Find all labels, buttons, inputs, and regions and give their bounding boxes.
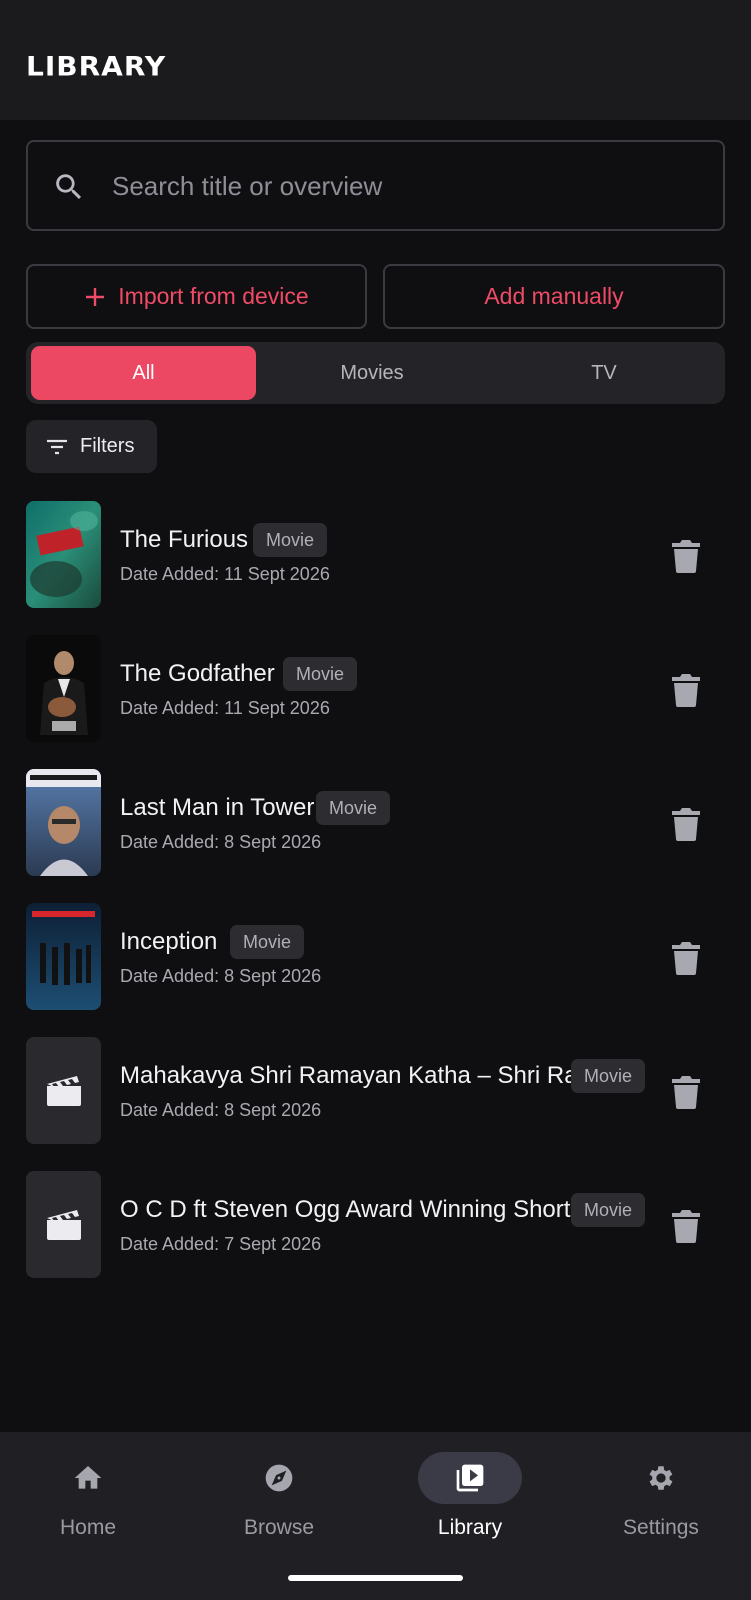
nav-settings-label: Settings xyxy=(623,1516,699,1539)
poster-image xyxy=(26,501,101,608)
nav-home[interactable]: Home xyxy=(13,1452,163,1552)
filters-button[interactable]: Filters xyxy=(26,420,157,473)
delete-icon[interactable] xyxy=(672,673,700,707)
item-title: Mahakavya Shri Ramayan Katha – Shri Ram xyxy=(120,1062,598,1089)
nav-browse[interactable]: Browse xyxy=(204,1452,354,1552)
add-button-label: Add manually xyxy=(484,283,624,309)
poster-placeholder xyxy=(26,1171,101,1278)
delete-icon[interactable] xyxy=(672,1209,700,1243)
top-app-bar: LIBRARY xyxy=(0,0,751,120)
item-title: O C D ft Steven Ogg Award Winning Short xyxy=(120,1196,571,1223)
search-icon xyxy=(56,174,82,200)
type-badge: Movie xyxy=(253,523,328,557)
gear-icon xyxy=(649,1466,673,1490)
date-added: Date Added: 7 Sept 2026 xyxy=(120,1234,322,1254)
compass-icon xyxy=(265,1464,293,1492)
item-title: Inception xyxy=(120,928,218,955)
delete-icon[interactable] xyxy=(672,807,700,841)
poster-image xyxy=(26,769,101,876)
filters-label: Filters xyxy=(80,435,135,457)
filter-icon xyxy=(47,439,67,454)
home-icon xyxy=(74,1466,102,1489)
item-title: The Godfather xyxy=(120,660,275,687)
add-manually-button[interactable]: Add manually xyxy=(383,264,725,329)
item-title: Last Man in Tower xyxy=(120,794,315,821)
segment-tv[interactable]: TV xyxy=(488,346,720,400)
nav-pill xyxy=(227,1452,331,1504)
poster-image xyxy=(26,903,101,1010)
import-from-device-button[interactable]: Import from device xyxy=(26,264,367,329)
date-added: Date Added: 8 Sept 2026 xyxy=(120,1100,322,1120)
video-library-icon xyxy=(456,1464,484,1492)
type-badge: Movie xyxy=(230,925,305,959)
plus-icon xyxy=(86,287,105,306)
delete-icon[interactable] xyxy=(672,941,700,975)
segment-all[interactable]: All xyxy=(31,346,256,400)
search-input[interactable] xyxy=(112,162,702,210)
type-segmented-control: All Movies TV xyxy=(26,342,725,404)
nav-pill xyxy=(609,1452,713,1504)
list-item[interactable]: The Furious Movie Date Added: 11 Sept 20… xyxy=(0,501,751,609)
type-badge: Movie xyxy=(283,657,358,691)
list-item[interactable]: The Godfather Movie Date Added: 11 Sept … xyxy=(0,635,751,743)
page-title: LIBRARY xyxy=(26,50,167,83)
nav-library[interactable]: Library xyxy=(395,1452,545,1552)
segment-movies[interactable]: Movies xyxy=(256,346,488,400)
delete-icon[interactable] xyxy=(672,1075,700,1109)
item-title: The Furious xyxy=(120,526,249,553)
date-added: Date Added: 11 Sept 2026 xyxy=(120,564,330,584)
search-field[interactable] xyxy=(26,140,725,231)
date-added: Date Added: 8 Sept 2026 xyxy=(120,832,322,852)
list-item[interactable]: Mahakavya Shri Ramayan Katha – Shri Ram … xyxy=(0,1037,751,1145)
clapperboard-icon xyxy=(46,1209,81,1240)
poster-placeholder xyxy=(26,1037,101,1144)
delete-icon[interactable] xyxy=(672,539,700,573)
import-button-label: Import from device xyxy=(118,283,309,309)
list-item[interactable]: Last Man in Tower Movie Date Added: 8 Se… xyxy=(0,769,751,877)
type-badge: Movie xyxy=(571,1059,646,1093)
date-added: Date Added: 8 Sept 2026 xyxy=(120,966,322,986)
type-badge: Movie xyxy=(316,791,391,825)
poster-image xyxy=(26,635,101,742)
date-added: Date Added: 11 Sept 2026 xyxy=(120,698,330,718)
home-indicator[interactable] xyxy=(288,1575,463,1581)
nav-library-label: Library xyxy=(437,1516,503,1539)
type-badge: Movie xyxy=(571,1193,646,1227)
list-item[interactable]: O C D ft Steven Ogg Award Winning Short … xyxy=(0,1171,751,1279)
nav-browse-label: Browse xyxy=(243,1516,315,1539)
nav-pill xyxy=(36,1452,140,1504)
list-item[interactable]: Inception Movie Date Added: 8 Sept 2026 xyxy=(0,903,751,1011)
nav-home-label: Home xyxy=(59,1516,117,1539)
nav-settings[interactable]: Settings xyxy=(586,1452,736,1552)
clapperboard-icon xyxy=(46,1075,81,1106)
nav-pill-active xyxy=(418,1452,522,1504)
